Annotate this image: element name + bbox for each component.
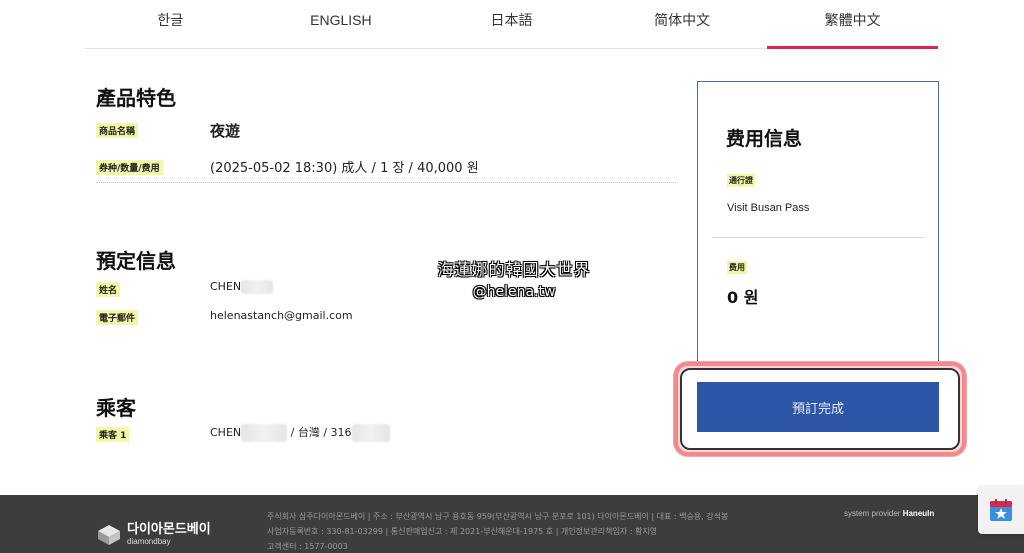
- logo-english-text: diamondbay: [127, 536, 171, 546]
- footer: 다이아몬드베이 diamondbay 주식회사 삼주다이아몬드베이 | 주소 :…: [0, 495, 1024, 553]
- fee-value: 0 원: [727, 288, 759, 307]
- provider-name: Haneuln: [902, 509, 935, 518]
- ticket-value: (2025-05-02 18:30) 成人 / 1 장 / 40,000 원: [210, 161, 479, 176]
- watermark: 海蓮娜的韓國大世界 @helena.tw: [436, 256, 592, 300]
- product-name-value: 夜遊: [210, 122, 241, 140]
- email-label: 電子郵件: [96, 310, 139, 325]
- redacted-passenger-name: [241, 424, 288, 442]
- pass-label: 通行證: [727, 174, 755, 187]
- passenger-nationality: / 台灣 / 316: [290, 426, 352, 439]
- passenger-label: 乘客 1: [96, 427, 130, 442]
- booking-name-value: CHEN: [210, 280, 242, 293]
- calendar-star-icon: [990, 499, 1012, 521]
- provider-prefix: system provider: [844, 509, 901, 518]
- system-provider: system provider Haneuln: [844, 509, 934, 518]
- section-divider: [96, 182, 676, 183]
- tab-traditional-chinese[interactable]: 繁體中文: [767, 0, 938, 49]
- booking-name-row: CHEN: [210, 280, 274, 294]
- pass-value: Visit Busan Pass: [727, 202, 810, 214]
- footer-line-2: 사업자등록번호 : 330-81-03299 | 통신판매업신고 : 제 202…: [267, 527, 658, 536]
- diamondbay-logo[interactable]: 다이아몬드베이 diamondbay: [96, 521, 211, 547]
- email-value: helenastanch@gmail.com: [210, 309, 353, 322]
- calendar-widget-button[interactable]: [978, 486, 1024, 534]
- redacted-passport: [351, 424, 390, 442]
- booking-section-title: 預定信息: [96, 249, 176, 273]
- product-section-title: 產品特色: [96, 86, 176, 110]
- panel-divider: [712, 237, 924, 238]
- product-name-label: 商品名稱: [96, 123, 139, 138]
- footer-company-info: 주식회사 삼주다이아몬드베이 | 주소 : 부산광역시 남구 용호동 959(부…: [267, 509, 728, 553]
- fee-panel-title: 费用信息: [726, 128, 803, 150]
- diamond-logo-icon: [98, 525, 120, 545]
- fee-info-panel: 费用信息 通行證 Visit Busan Pass 费用 0 원: [697, 81, 939, 368]
- tab-simplified-chinese[interactable]: 简体中文: [597, 0, 768, 48]
- passenger-name: CHEN: [210, 426, 242, 439]
- tab-english[interactable]: ENGLISH: [256, 0, 427, 48]
- language-tabs: 한글 ENGLISH 日本語 简体中文 繁體中文: [85, 0, 938, 49]
- footer-line-3: 고객센터 : 1577-0003: [267, 542, 348, 551]
- booking-name-label: 姓名: [96, 282, 121, 297]
- ticket-label: 券种/数量/费用: [96, 160, 163, 175]
- passenger-section-title: 乘客: [96, 396, 136, 420]
- watermark-handle: @helena.tw: [472, 284, 556, 300]
- passenger-row: CHEN / 台灣 / 316: [210, 424, 390, 442]
- complete-booking-button[interactable]: 預訂完成: [697, 382, 939, 432]
- redacted-name: [241, 280, 274, 294]
- tab-korean[interactable]: 한글: [85, 0, 256, 48]
- logo-korean-text: 다이아몬드베이: [127, 521, 211, 537]
- fee-label: 费用: [727, 261, 747, 274]
- tab-japanese[interactable]: 日本語: [426, 0, 597, 48]
- watermark-title: 海蓮娜的韓國大世界: [437, 260, 591, 279]
- footer-line-1: 주식회사 삼주다이아몬드베이 | 주소 : 부산광역시 남구 용호동 959(부…: [267, 512, 729, 521]
